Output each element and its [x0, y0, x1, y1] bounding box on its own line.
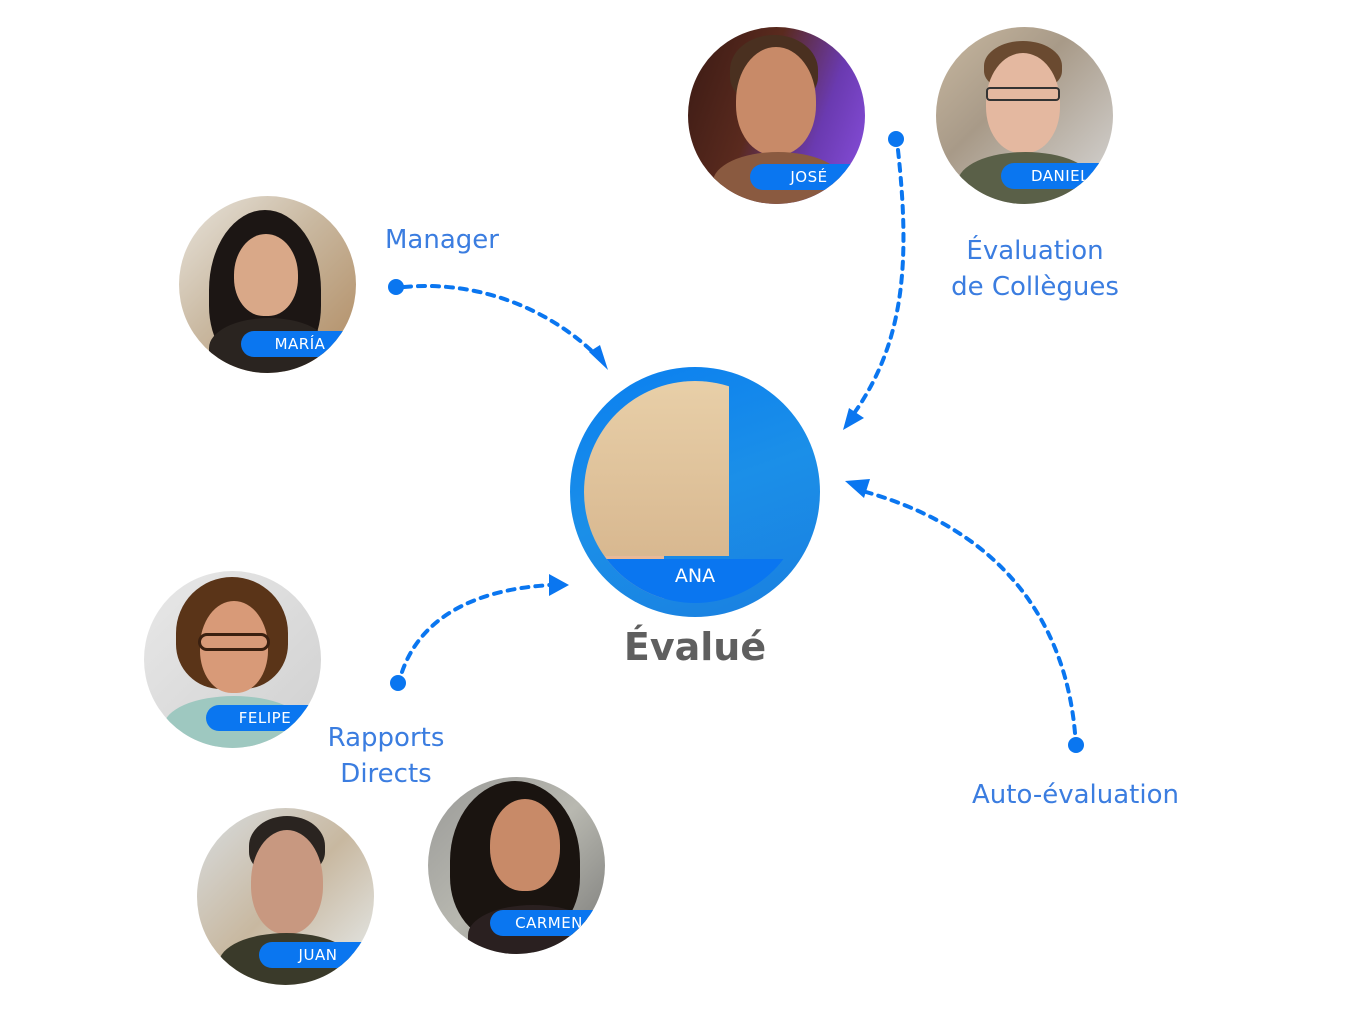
self-arrow-start-dot — [1068, 737, 1084, 753]
direct-reports-arrow — [390, 574, 569, 691]
face-shape — [986, 53, 1060, 153]
direct-reports-arrow-start-dot — [390, 675, 406, 691]
360-feedback-diagram: ANA Évalué MARÍA JOSÉ DANIEL FELIPE JUAN… — [0, 0, 1360, 1026]
self-evaluation-label: Auto-évaluation — [972, 780, 1179, 810]
direct-reports-arrowhead — [549, 574, 569, 596]
manager-arrow-path — [402, 284, 598, 357]
direct-reports-label-line1: Rapports — [327, 723, 445, 753]
avatar-felipe[interactable]: FELIPE — [144, 571, 321, 748]
name-tag: DANIEL — [1001, 163, 1113, 189]
peers-arrow-start-dot — [888, 131, 904, 147]
direct-reports-arrow-path — [400, 583, 552, 674]
name-tag: FELIPE — [206, 705, 321, 731]
peers-label: Évaluation de Collègues — [930, 233, 1140, 305]
self-arrowhead — [845, 479, 870, 498]
face-shape — [736, 47, 816, 155]
peers-label-line2: de Collègues — [951, 272, 1119, 302]
name-tag: CARMEN — [490, 910, 605, 936]
evaluee-name-tag: ANA — [584, 559, 806, 603]
manager-arrow — [388, 279, 608, 370]
manager-arrowhead — [589, 345, 608, 370]
manager-label: Manager — [385, 225, 499, 255]
face-shape — [234, 234, 298, 316]
self-arrow-path — [864, 490, 1077, 735]
manager-arrow-start-dot — [388, 279, 404, 295]
face-shape — [490, 799, 560, 891]
avatar-maria[interactable]: MARÍA — [179, 196, 356, 373]
avatar-daniel[interactable]: DANIEL — [936, 27, 1113, 204]
self-arrow — [845, 479, 1084, 753]
direct-reports-label-line2: Directs — [340, 759, 432, 789]
peers-label-line1: Évaluation — [966, 236, 1104, 266]
name-tag: JOSÉ — [750, 164, 865, 190]
glasses-shape — [198, 633, 270, 651]
name-tag: MARÍA — [241, 331, 356, 357]
name-tag: JUAN — [259, 942, 374, 968]
face-shape — [251, 830, 323, 934]
direct-reports-label: Rapports Directs — [306, 720, 466, 792]
glasses-shape — [986, 87, 1060, 101]
avatar-carmen[interactable]: CARMEN — [428, 777, 605, 954]
avatar-jose[interactable]: JOSÉ — [688, 27, 865, 204]
peers-arrowhead — [843, 408, 864, 430]
avatar-juan[interactable]: JUAN — [197, 808, 374, 985]
evaluee-title: Évalué — [623, 625, 767, 669]
evaluee-avatar[interactable]: ANA — [584, 381, 806, 603]
